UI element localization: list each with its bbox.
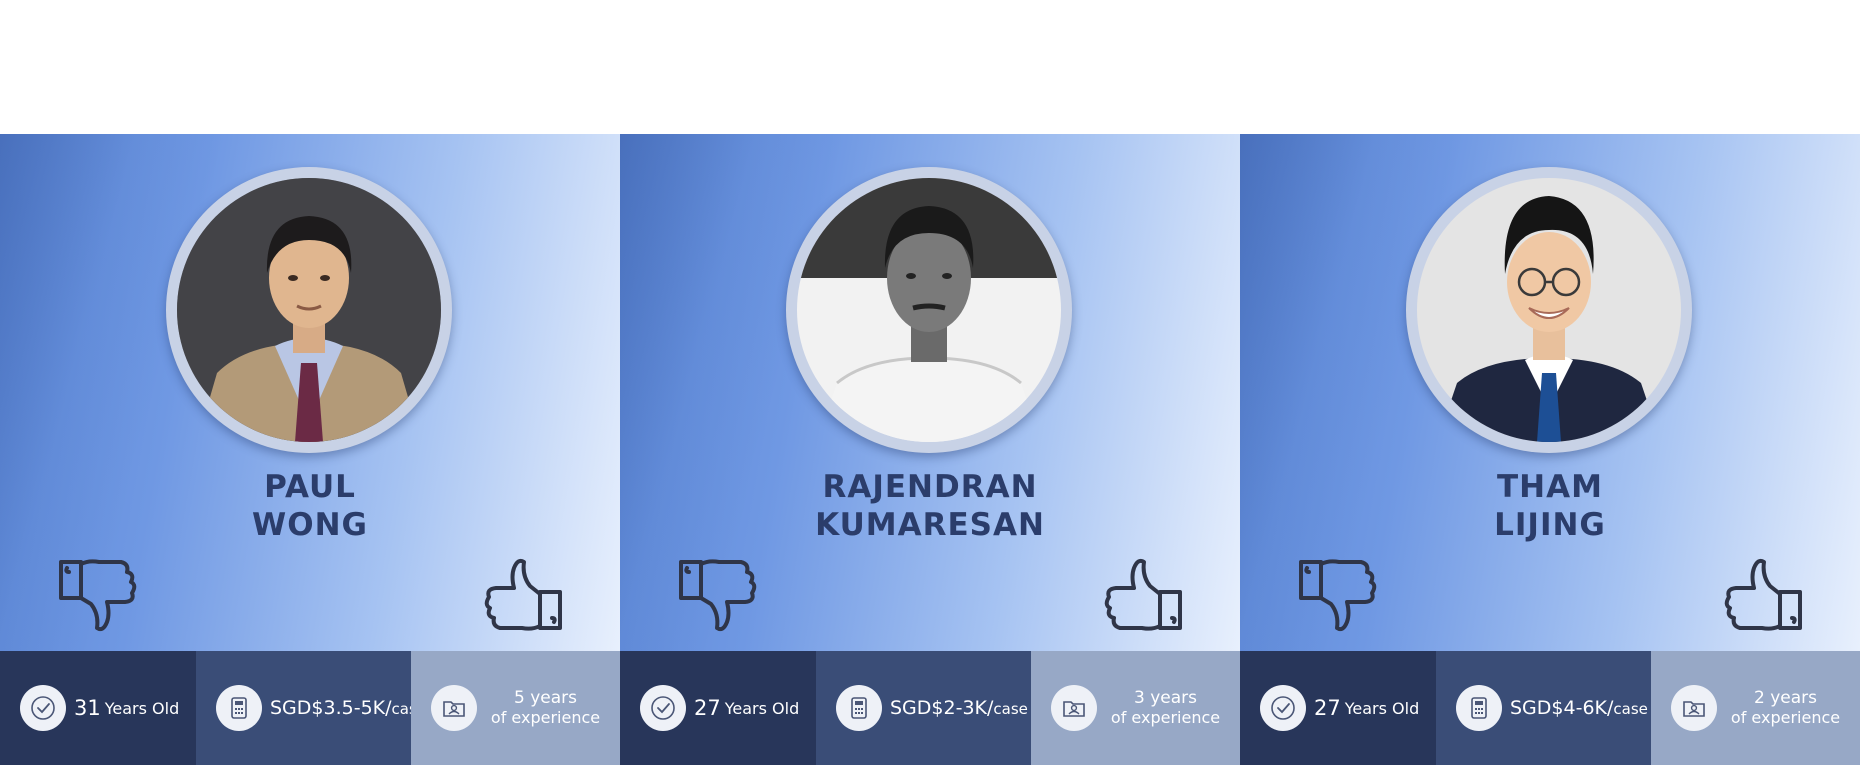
avatar [177,178,441,442]
profile-hero: RAJENDRAN KUMARESAN [620,134,1240,651]
check-circle-icon [20,685,66,731]
price-panel: SGD$2-3K/case [816,651,1031,765]
price-panel: SGD$4-6K/case [1436,651,1651,765]
profile-last-name: WONG [252,507,368,543]
profile-card: PAUL WONG 31 Years Old SGD$3.5-5K/case 5… [0,134,620,765]
price-unit: case [1613,700,1648,718]
experience-text: 3 years of experience [1105,688,1240,728]
experience-text: 5 years of experience [485,688,620,728]
experience-panel: 5 years of experience [411,651,620,765]
experience-panel: 3 years of experience [1031,651,1240,765]
avatar-frame [166,167,452,453]
price-value: SGD$4-6K/case [1510,697,1648,719]
calculator-icon [216,685,262,731]
experience-years: 2 years [1753,688,1817,708]
experience-text: 2 years of experience [1725,688,1860,728]
profile-name: RAJENDRAN KUMARESAN [620,468,1240,544]
age-panel: 27 Years Old [620,651,816,765]
price-panel: SGD$3.5-5K/case [196,651,426,765]
portfolio-icon [431,685,477,731]
avatar [797,178,1061,442]
age-unit: Years Old [104,698,180,718]
thumbs-down-icon[interactable] [675,552,761,638]
experience-panel: 2 years of experience [1651,651,1860,765]
profile-stats: 31 Years Old SGD$3.5-5K/case 5 years of … [0,651,620,765]
experience-label: of experience [1110,708,1221,727]
profile-hero: PAUL WONG [0,134,620,651]
profile-first-name: THAM [1497,469,1603,505]
calculator-icon [1456,685,1502,731]
age-number: 27 [694,696,721,720]
experience-label: of experience [1730,708,1841,727]
thumbs-up-icon[interactable] [1100,552,1186,638]
age-panel: 27 Years Old [1240,651,1436,765]
profile-first-name: PAUL [264,469,356,505]
top-whitespace [0,0,1860,134]
profile-first-name: RAJENDRAN [822,469,1038,505]
profile-card: RAJENDRAN KUMARESAN 27 Years Old SGD$2-3… [620,134,1240,765]
calculator-icon [836,685,882,731]
profile-stats: 27 Years Old SGD$4-6K/case 2 years of ex… [1240,651,1860,765]
profile-card: THAM LIJING 27 Years Old SGD$4-6K/case 2… [1240,134,1860,765]
avatar-frame [1406,167,1692,453]
price-value: SGD$3.5-5K/case [270,697,427,719]
price-value: SGD$2-3K/case [890,697,1028,719]
thumbs-up-icon[interactable] [480,552,566,638]
portfolio-icon [1051,685,1097,731]
experience-years: 5 years [513,688,577,708]
age-panel: 31 Years Old [0,651,196,765]
age-number: 27 [1314,696,1341,720]
thumbs-down-icon[interactable] [1295,552,1381,638]
avatar [1417,178,1681,442]
profile-cards: PAUL WONG 31 Years Old SGD$3.5-5K/case 5… [0,134,1860,765]
check-circle-icon [1260,685,1306,731]
profile-name: PAUL WONG [0,468,620,544]
check-circle-icon [640,685,686,731]
age-unit: Years Old [724,698,800,718]
profile-last-name: KUMARESAN [815,507,1045,543]
avatar-frame [786,167,1072,453]
experience-years: 3 years [1133,688,1197,708]
age-number: 31 [74,696,101,720]
experience-label: of experience [490,708,601,727]
profile-hero: THAM LIJING [1240,134,1860,651]
profile-stats: 27 Years Old SGD$2-3K/case 3 years of ex… [620,651,1240,765]
profile-name: THAM LIJING [1240,468,1860,544]
thumbs-down-icon[interactable] [55,552,141,638]
portfolio-icon [1671,685,1717,731]
age-unit: Years Old [1344,698,1420,718]
thumbs-up-icon[interactable] [1720,552,1806,638]
profile-last-name: LIJING [1494,507,1606,543]
price-unit: case [993,700,1028,718]
